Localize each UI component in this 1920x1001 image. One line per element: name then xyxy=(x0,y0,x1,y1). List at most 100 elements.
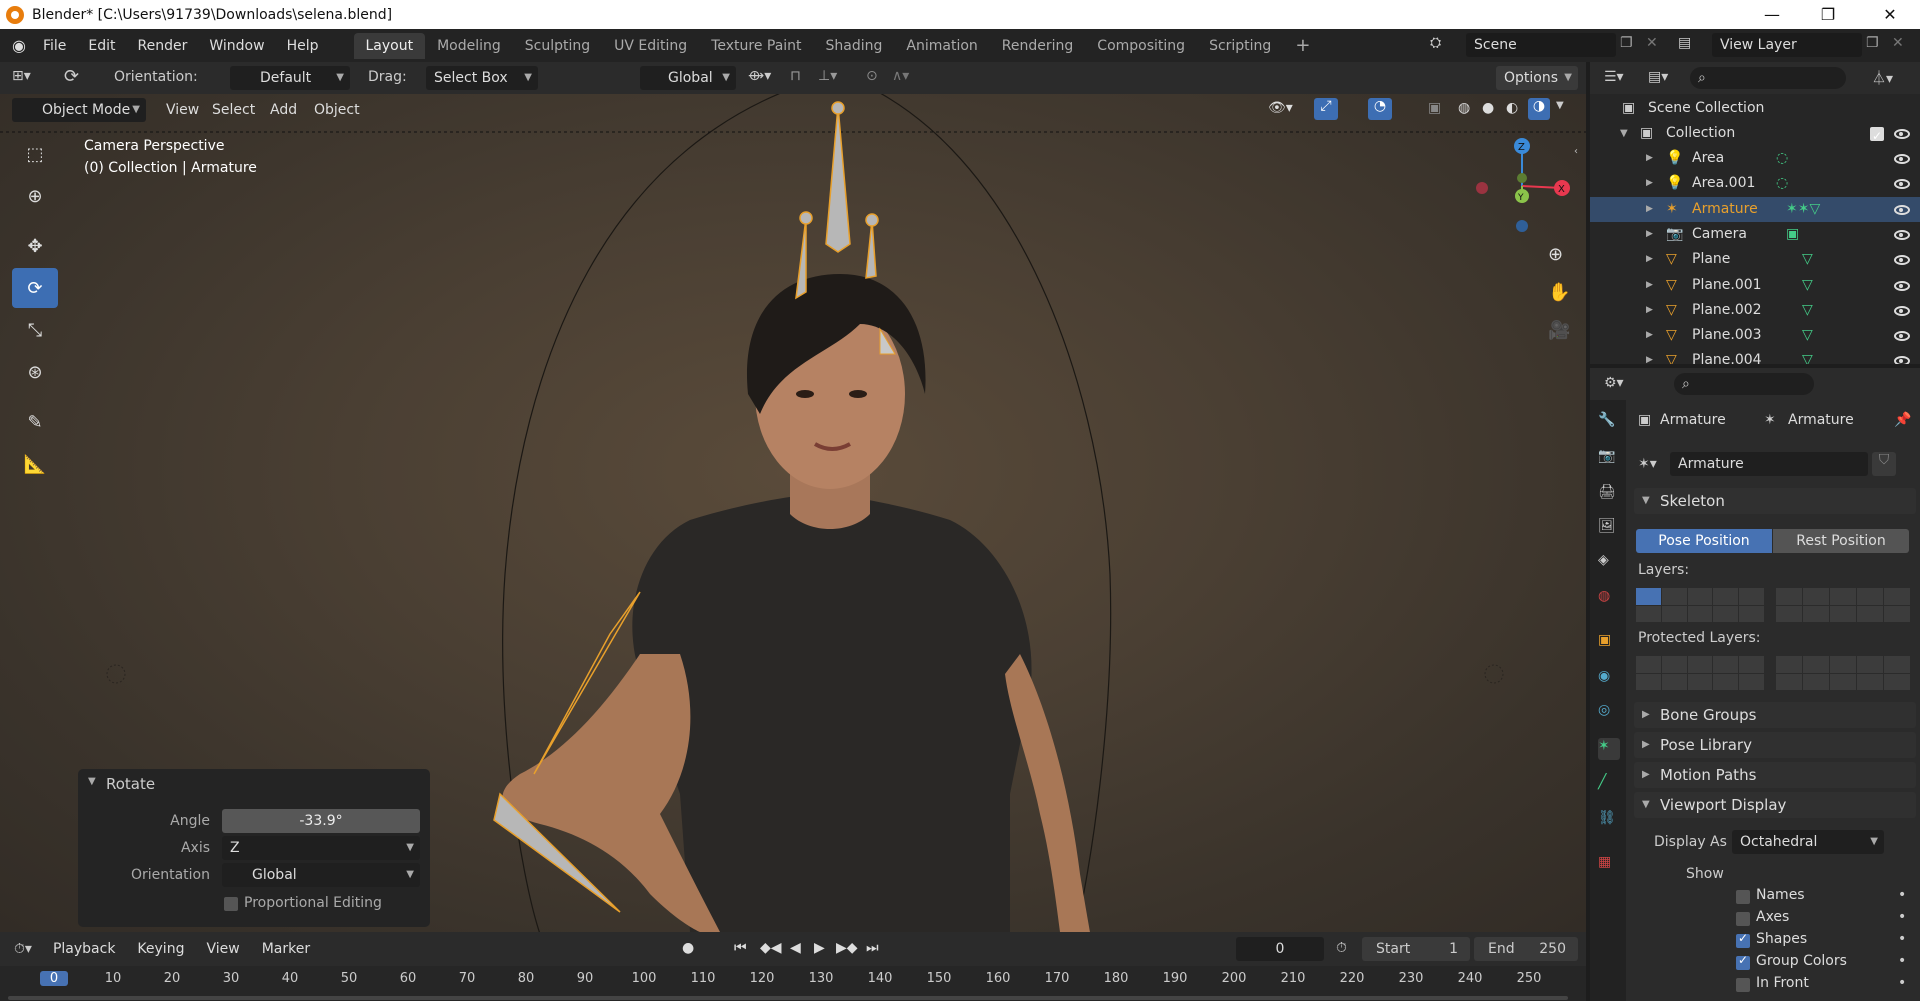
world-tab-icon[interactable]: ◍ xyxy=(1598,588,1620,610)
outliner-item[interactable]: ▶ 📷 Camera ▣ xyxy=(1590,222,1920,247)
delete-scene-icon[interactable]: ✕ xyxy=(1646,35,1658,51)
new-scene-icon[interactable]: ❐ xyxy=(1620,35,1633,51)
visibility-icon[interactable]: 👁▾ xyxy=(1268,100,1293,116)
light-data-icon[interactable]: ◌ xyxy=(1776,171,1788,196)
protected-layers-grid-b[interactable] xyxy=(1776,656,1910,690)
xray-icon[interactable]: ▣ xyxy=(1428,100,1441,116)
outliner-item[interactable]: ▶ ✶ Armature ✶✶▽ xyxy=(1590,196,1920,222)
layers-grid-a[interactable] xyxy=(1636,588,1764,622)
sidebar-toggle-icon[interactable]: ‹ xyxy=(1574,146,1578,157)
protected-layers-grid-a[interactable] xyxy=(1636,656,1764,690)
angle-field[interactable]: -33.9° xyxy=(222,809,420,833)
minimize-button[interactable]: — xyxy=(1744,0,1800,29)
layers-grid-b[interactable] xyxy=(1776,588,1910,622)
bone-groups-panel-header[interactable]: ▶ Bone Groups xyxy=(1634,702,1916,728)
tab-layout[interactable]: Layout xyxy=(353,32,426,59)
outliner-item[interactable]: ▶ 💡 Area ◌ xyxy=(1590,146,1920,171)
keyframe-dot-icon[interactable]: • xyxy=(1898,909,1906,925)
fake-user-icon[interactable]: ⛉ xyxy=(1872,452,1896,476)
armature-data-tab-icon[interactable]: ✶ xyxy=(1598,738,1620,760)
eye-icon[interactable] xyxy=(1894,305,1910,316)
transform-orientation-dropdown[interactable]: Global ▼ xyxy=(640,66,736,90)
datablock-name-field[interactable]: Armature xyxy=(1670,452,1868,476)
camera-data-icon[interactable]: ▣ xyxy=(1786,222,1799,247)
view-layer-tab-icon[interactable]: 🖼 xyxy=(1598,518,1620,540)
eye-icon[interactable] xyxy=(1894,154,1910,164)
expand-icon[interactable]: ▼ xyxy=(1620,121,1628,146)
viewport-menu-add[interactable]: Add xyxy=(262,98,297,122)
select-box-tool[interactable]: ⬚ xyxy=(12,134,58,174)
delete-view-layer-icon[interactable]: ✕ xyxy=(1892,35,1904,51)
pin-icon[interactable]: 📌 xyxy=(1894,412,1911,428)
properties-editor-type-icon[interactable]: ⚙▾ xyxy=(1604,375,1624,391)
outliner-item[interactable]: ▶ ▽ Plane.001 ▽ xyxy=(1590,273,1920,298)
next-keyframe-icon[interactable]: ▶◆ xyxy=(836,940,858,956)
tab-texture-paint[interactable]: Texture Paint xyxy=(699,33,813,59)
shading-options-icon[interactable]: ▼ xyxy=(1556,100,1564,111)
scale-tool[interactable]: ⤡ xyxy=(12,310,58,350)
eye-icon[interactable] xyxy=(1894,280,1910,291)
display-mode-icon[interactable]: ▤▾ xyxy=(1648,69,1668,85)
tab-scripting[interactable]: Scripting xyxy=(1197,33,1283,59)
pose-library-panel-header[interactable]: ▶ Pose Library xyxy=(1634,732,1916,758)
expand-icon[interactable]: ▶ xyxy=(1646,171,1653,196)
start-frame-field[interactable]: Start 1 xyxy=(1362,937,1470,961)
expand-icon[interactable]: ▶ xyxy=(1646,273,1653,298)
keyframe-dot-icon[interactable]: • xyxy=(1898,953,1906,969)
viewport-menu-object[interactable]: Object xyxy=(306,98,360,122)
mesh-data-icon[interactable]: ▽ xyxy=(1802,247,1813,272)
marker-menu[interactable]: Marker xyxy=(251,941,321,957)
wireframe-shading-icon[interactable]: ◍ xyxy=(1458,100,1470,116)
restore-button[interactable]: ❐ xyxy=(1800,0,1856,29)
rendered-shading-icon[interactable]: ◑ xyxy=(1528,98,1550,120)
viewport-menu-view[interactable]: View xyxy=(158,98,199,122)
bone-tab-icon[interactable]: ╱ xyxy=(1598,774,1620,796)
solid-shading-icon[interactable]: ● xyxy=(1482,100,1494,116)
jump-end-icon[interactable]: ⏭ xyxy=(866,940,879,956)
show-option-checkbox[interactable] xyxy=(1736,978,1750,992)
eye-icon[interactable] xyxy=(1894,204,1910,215)
tab-uv-editing[interactable]: UV Editing xyxy=(602,33,699,59)
proportional-editing-icon[interactable]: ⊙ xyxy=(866,68,878,84)
camera-view-icon[interactable]: 🎥 xyxy=(1548,320,1570,341)
eye-icon[interactable] xyxy=(1894,229,1910,240)
new-view-layer-icon[interactable]: ❐ xyxy=(1866,35,1879,51)
tab-shading[interactable]: Shading xyxy=(814,33,895,59)
playback-menu[interactable]: Playback xyxy=(42,941,126,957)
viewport-menu-select[interactable]: Select xyxy=(204,98,255,122)
collection-exclude-checkbox[interactable] xyxy=(1870,124,1884,149)
options-dropdown[interactable]: Options ▼ xyxy=(1496,66,1578,90)
stopwatch-icon[interactable]: ⏱ xyxy=(1336,940,1347,956)
expand-icon[interactable]: ▶ xyxy=(1646,222,1653,247)
scene-icon[interactable]: ⛭ xyxy=(1430,35,1441,51)
physics-tab-icon[interactable]: ◎ xyxy=(1598,702,1620,724)
filter-icon[interactable]: ⏃▾ xyxy=(1872,68,1893,88)
current-frame-field[interactable]: 0 xyxy=(1236,937,1324,961)
motion-paths-panel-header[interactable]: ▶ Motion Paths xyxy=(1634,762,1916,788)
menu-edit[interactable]: Edit xyxy=(77,38,126,54)
menu-window[interactable]: Window xyxy=(198,38,275,54)
show-option-checkbox[interactable] xyxy=(1736,953,1750,970)
menu-render[interactable]: Render xyxy=(127,38,199,54)
rest-position-button[interactable]: Rest Position xyxy=(1773,529,1909,553)
transform-tool[interactable]: ⊛ xyxy=(12,352,58,392)
cursor-tool[interactable]: ⊕ xyxy=(12,176,58,216)
material-shading-icon[interactable]: ◐ xyxy=(1506,100,1518,116)
constraints-tab-icon[interactable]: ⛓ xyxy=(1598,810,1620,832)
eye-icon[interactable] xyxy=(1894,356,1910,364)
eye-icon[interactable] xyxy=(1894,179,1910,190)
drag-dropdown[interactable]: Select Box ▼ xyxy=(426,66,538,90)
close-button[interactable]: ✕ xyxy=(1862,0,1918,29)
outliner-item[interactable]: ▶ ▽ Plane ▽ xyxy=(1590,247,1920,272)
expand-icon[interactable]: ▶ xyxy=(1646,146,1653,171)
axis-dropdown[interactable]: Z ▼ xyxy=(222,836,420,860)
outliner-item[interactable]: ▶ ▽ Plane.003 ▽ xyxy=(1590,323,1920,348)
tab-modeling[interactable]: Modeling xyxy=(425,33,513,59)
pivot-point-icon[interactable]: ⟴▾ xyxy=(748,68,771,84)
datablock-type-icon[interactable]: ✶▾ xyxy=(1638,456,1657,472)
gizmo-toggle-icon[interactable]: ⤢ xyxy=(1314,98,1338,120)
eye-icon[interactable] xyxy=(1894,129,1910,139)
armature-data-icon[interactable]: ✶✶▽ xyxy=(1786,197,1820,222)
scene-name-field[interactable]: Scene xyxy=(1466,33,1616,57)
zoom-icon[interactable]: ⊕ xyxy=(1548,244,1563,265)
